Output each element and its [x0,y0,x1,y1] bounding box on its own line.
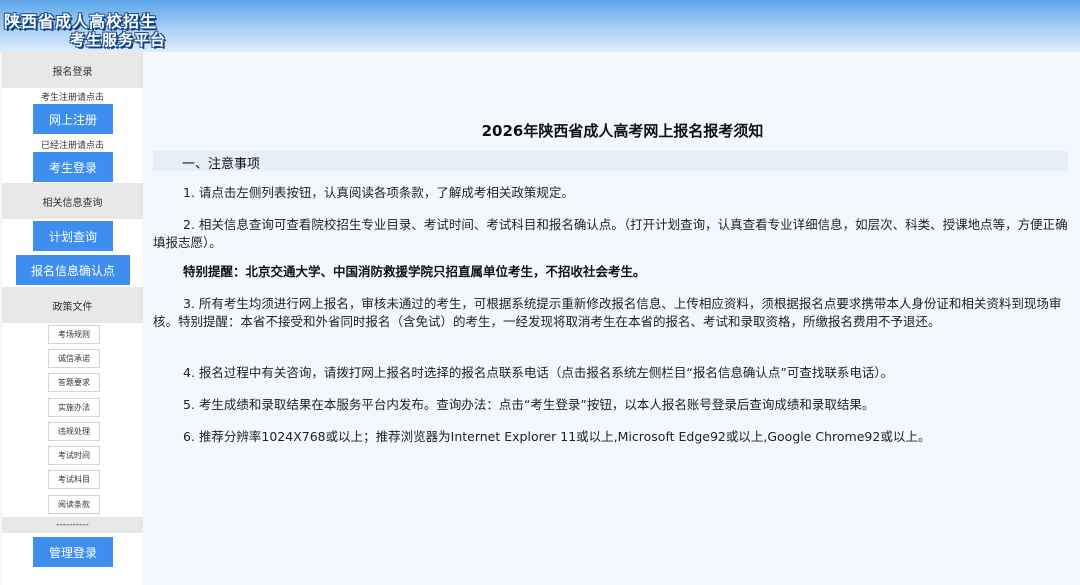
section-bar [153,151,1068,171]
policy-link-violations[interactable]: 违规处理 [48,422,100,441]
login-hint: 已经注册请点击 [40,141,104,151]
section-title: 一、注意事项 [182,157,261,172]
register-hint: 考生注册请点击 [40,93,104,103]
main-content: 2026年陕西省成人高考网上报名报考须知 一、注意事项 1. 请点击左侧列表按钮… [150,52,1075,585]
policy-link-exam-rules[interactable]: 考场规则 [48,325,100,344]
login-button[interactable]: 考生登录 [33,152,113,182]
policy-link-read-terms[interactable]: 阅读条款 [48,495,100,514]
notice-item-5: 5. 考生成绩和录取结果在本服务平台内发布。查询办法：点击“考生登录”按钮，以本… [183,397,875,412]
notice-item-4: 4. 报名过程中有关咨询，请拨打网上报名时选择的报名点联系电话（点击报名系统左侧… [183,365,894,380]
page-title: 2026年陕西省成人高考网上报名报考须知 [481,122,764,140]
notice-item-6: 6. 推荐分辨率1024X768或以上；推荐浏览器为Internet Explo… [183,429,931,444]
policy-link-answer-requirements[interactable]: 答题要求 [48,373,100,392]
sidebar-divider: ---------- [2,517,143,533]
special-reminder: 特别提醒：北京交通大学、中国消防救援学院只招直属单位考生，不招收社会考生。 [183,264,646,279]
notice-item-1: 1. 请点击左侧列表按钮，认真阅读各项条款，了解成考相关政策规定。 [183,185,574,200]
policy-link-integrity[interactable]: 诚信承诺 [48,349,100,368]
register-button[interactable]: 网上注册 [33,104,113,134]
header-banner: 陕西省成人高校招生 考生服务平台 [0,0,1080,52]
confirm-point-button[interactable]: 报名信息确认点 [16,255,130,285]
info-query-header: 相关信息查询 [2,183,143,219]
policy-header: 政策文件 [2,287,143,323]
policy-link-exam-subjects[interactable]: 考试科目 [48,470,100,489]
notice-item-3: 3. 所有考生均须进行网上报名，审核未通过的考生，可根据系统提示重新修改报名信息… [153,296,1062,329]
admin-login-button[interactable]: 管理登录 [33,537,113,567]
policy-link-implementation[interactable]: 实施办法 [48,398,100,417]
registration-header: 报名登录 [2,52,143,88]
policy-link-exam-time[interactable]: 考试时间 [48,446,100,465]
notice-item-2: 2. 相关信息查询可查看院校招生专业目录、考试时间、考试科目和报名确认点。（打开… [153,217,1068,250]
sidebar: 报名登录 考生注册请点击 网上注册 已经注册请点击 考生登录 相关信息查询 计划… [2,52,143,585]
plan-query-button[interactable]: 计划查询 [33,221,113,251]
logo-subtitle: 考生服务平台 [70,31,167,49]
